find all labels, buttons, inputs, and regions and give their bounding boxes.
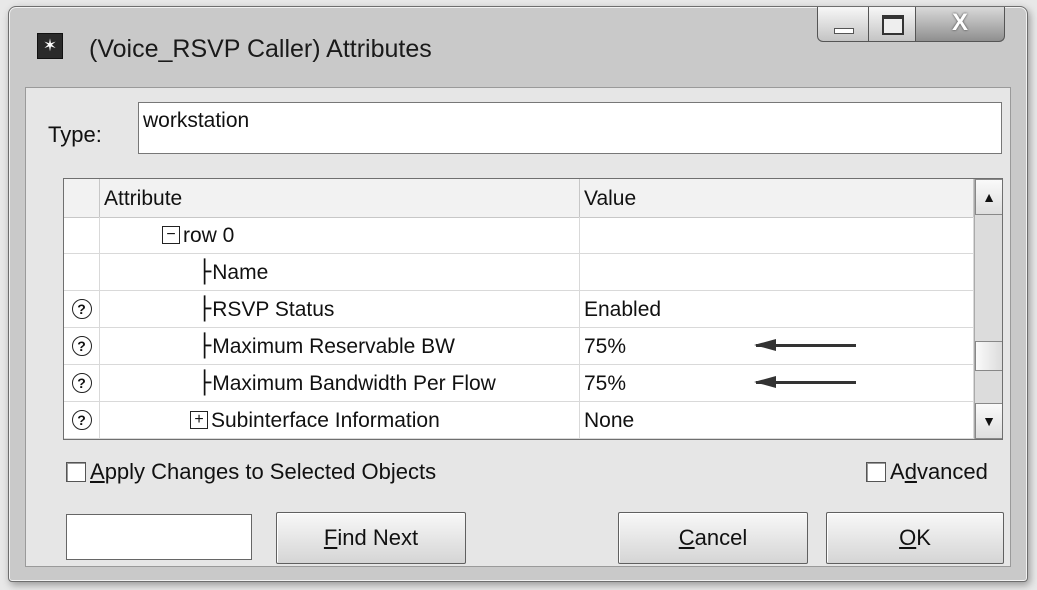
find-next-access-key: F (323, 525, 338, 550)
attribute-name: Subinterface Information (211, 409, 440, 432)
help-icon[interactable]: ? (71, 298, 92, 319)
attribute-cell: ├Name (100, 254, 580, 290)
find-next-button[interactable]: Find Next (276, 512, 466, 564)
attribute-name: Maximum Bandwidth Per Flow (212, 372, 496, 395)
scroll-down-button[interactable]: ▼ (975, 403, 1002, 439)
attribute-table: Attribute Value − row 0 ├Name ? ├RSVP St… (63, 178, 1003, 440)
cancel-access-key: C (678, 525, 695, 550)
apply-changes-access-key: A (90, 459, 105, 484)
attribute-cell: ├Maximum Reservable BW (100, 328, 580, 364)
table-row[interactable]: ├Name (64, 254, 974, 291)
advanced-checkbox[interactable]: Ad vanced (866, 459, 988, 485)
close-icon: X (951, 9, 968, 36)
minimize-icon (834, 28, 854, 34)
dialog-body: Type: workstation Attribute Value − row 0… (25, 87, 1011, 567)
window-title: (Voice_RSVP Caller) Attributes (89, 35, 432, 63)
table-row[interactable]: ? + Subinterface Information None (64, 402, 974, 439)
help-cell: ? (64, 328, 100, 364)
cancel-button[interactable]: Cancel (618, 512, 808, 564)
header-value[interactable]: Value (580, 179, 974, 217)
vertical-scrollbar[interactable]: ▲ ▼ (974, 179, 1002, 439)
ok-access-key: O (899, 525, 917, 550)
scroll-up-icon: ▲ (982, 189, 996, 205)
table-row[interactable]: ? ├Maximum Reservable BW 75% (64, 328, 974, 365)
attribute-name: RSVP Status (212, 298, 335, 321)
apply-changes-label: pply Changes to Selected Objects (104, 459, 437, 484)
value-text: 75% (584, 372, 627, 395)
value-cell[interactable]: None (580, 402, 974, 438)
close-button[interactable]: X (916, 7, 1005, 42)
value-cell[interactable] (580, 254, 974, 290)
scroll-up-button[interactable]: ▲ (975, 179, 1002, 215)
ok-label: K (916, 525, 931, 550)
attribute-name: Maximum Reservable BW (212, 335, 455, 358)
minimize-button[interactable] (817, 7, 869, 42)
maximize-icon (882, 15, 904, 35)
value-cell[interactable]: 75% (580, 365, 974, 401)
help-icon[interactable]: ? (71, 372, 92, 393)
ok-button[interactable]: OK (826, 512, 1004, 564)
attribute-cell: ├Maximum Bandwidth Per Flow (100, 365, 580, 401)
advanced-label-end: vanced (916, 459, 988, 484)
cancel-label: ancel (694, 525, 748, 550)
value-text: 75% (584, 335, 627, 358)
header-help-column (64, 179, 100, 217)
tree-branch-icon: ├ (198, 297, 212, 322)
help-icon[interactable]: ? (71, 335, 92, 356)
expand-icon[interactable]: + (190, 410, 208, 429)
help-cell: ? (64, 365, 100, 401)
table-row[interactable]: ? ├RSVP Status Enabled (64, 291, 974, 328)
app-icon[interactable]: ✶ (37, 33, 63, 59)
find-input[interactable] (66, 514, 252, 560)
type-label: Type: (48, 122, 102, 147)
attribute-cell: + Subinterface Information (100, 402, 580, 438)
help-cell (64, 254, 100, 290)
help-cell: ? (64, 402, 100, 438)
value-cell[interactable]: Enabled (580, 291, 974, 327)
table-row[interactable]: ? ├Maximum Bandwidth Per Flow 75% (64, 365, 974, 402)
type-field[interactable]: workstation (138, 102, 1002, 154)
value-cell[interactable]: 75% (580, 328, 974, 364)
help-icon[interactable]: ? (71, 409, 92, 430)
value-cell[interactable] (580, 217, 974, 253)
attribute-name: row 0 (183, 224, 235, 247)
attributes-dialog: ✶ (Voice_RSVP Caller) Attributes X Type:… (8, 6, 1028, 582)
table-row[interactable]: − row 0 (64, 217, 974, 254)
advanced-access-key: d (904, 459, 917, 484)
window-controls: X (817, 7, 1005, 43)
scroll-down-icon: ▼ (982, 413, 996, 429)
attribute-name: Name (212, 261, 269, 284)
help-cell (64, 217, 100, 253)
tree-branch-icon: ├ (198, 371, 212, 396)
find-next-label: ind Next (337, 525, 419, 550)
title-bar[interactable]: ✶ (Voice_RSVP Caller) Attributes X (9, 7, 1027, 87)
table-header: Attribute Value (64, 179, 974, 218)
help-cell: ? (64, 291, 100, 327)
tree-branch-icon: ├ (198, 260, 212, 285)
scroll-thumb[interactable] (975, 341, 1002, 372)
checkbox-box[interactable] (866, 462, 886, 482)
collapse-icon[interactable]: − (162, 225, 180, 244)
arrow-left-icon (754, 339, 856, 351)
attribute-cell: ├RSVP Status (100, 291, 580, 327)
checkbox-box[interactable] (66, 462, 86, 482)
apply-changes-checkbox[interactable]: Apply Changes to Selected Objects (66, 459, 436, 485)
tree-branch-icon: ├ (198, 334, 212, 359)
arrow-left-icon (754, 376, 856, 388)
maximize-button[interactable] (869, 7, 916, 42)
header-attribute[interactable]: Attribute (100, 179, 580, 217)
advanced-label-start: A (890, 459, 905, 484)
attribute-cell: − row 0 (100, 217, 580, 253)
